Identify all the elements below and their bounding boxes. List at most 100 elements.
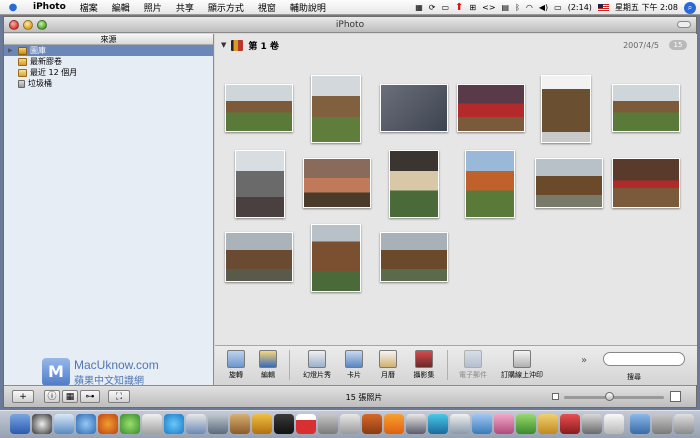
photo-thumbnail[interactable]	[457, 84, 525, 132]
app-icon[interactable]	[582, 414, 602, 434]
photo-thumbnail[interactable]	[380, 84, 448, 132]
email-button[interactable]: 電子郵件	[455, 350, 491, 380]
photo-thumbnail[interactable]	[612, 158, 680, 208]
info-button[interactable]: ⓘ	[44, 390, 60, 403]
battery-icon[interactable]: ▭	[554, 3, 562, 12]
application-icon[interactable]	[142, 414, 162, 434]
small-thumb-icon	[552, 393, 559, 400]
app-icon[interactable]	[450, 414, 470, 434]
order-prints-label: 訂購線上沖印	[501, 371, 543, 379]
calendar-button[interactable]: 月曆	[375, 350, 401, 380]
code-icon[interactable]: <>	[482, 3, 495, 12]
menu-share[interactable]: 共享	[169, 1, 201, 14]
app-icon[interactable]	[494, 414, 514, 434]
input-flag-icon[interactable]	[597, 3, 609, 12]
card-button[interactable]: 卡片	[341, 350, 367, 380]
source-item-trash[interactable]: 垃圾桶	[4, 78, 213, 89]
ichat-icon[interactable]	[186, 414, 206, 434]
app-icon[interactable]	[362, 414, 382, 434]
vlc-icon[interactable]	[384, 414, 404, 434]
order-prints-button[interactable]: 訂購線上沖印	[497, 350, 547, 380]
folder-icon[interactable]	[630, 414, 650, 434]
app-icon[interactable]	[516, 414, 536, 434]
menu-clock[interactable]: 星期五 下午 2:08	[615, 2, 678, 13]
photo-thumbnail[interactable]	[612, 84, 680, 132]
app-icon[interactable]	[428, 414, 448, 434]
menu-photos[interactable]: 照片	[137, 1, 169, 14]
calendar-view-button[interactable]: ▦	[62, 390, 78, 403]
edit-icon	[259, 350, 277, 368]
fullscreen-button[interactable]: ⛶	[108, 390, 130, 403]
photo-thumbnail[interactable]	[311, 224, 361, 292]
mail-icon[interactable]	[54, 414, 74, 434]
bluetooth-icon[interactable]: ᛒ	[515, 3, 520, 12]
utility-icon[interactable]	[208, 414, 228, 434]
app-icon[interactable]	[538, 414, 558, 434]
menu-edit[interactable]: 編輯	[105, 1, 137, 14]
photo-thumbnail[interactable]	[225, 232, 293, 282]
source-item-last-roll[interactable]: 最新膠卷	[4, 56, 213, 67]
app-icon[interactable]	[604, 414, 624, 434]
safari-icon[interactable]	[76, 414, 96, 434]
roll-disclosure-icon[interactable]: ▼	[221, 41, 226, 49]
search-input[interactable]	[603, 352, 685, 366]
clipboard-icon[interactable]: ▤	[502, 3, 510, 12]
apple-menu-icon[interactable]: ●	[0, 2, 26, 13]
iphoto-dock-icon[interactable]	[230, 414, 250, 434]
photo-thumbnail[interactable]	[225, 84, 293, 132]
menu-file[interactable]: 檔案	[73, 1, 105, 14]
keyword-button[interactable]: ⊶	[80, 390, 100, 403]
more-tools-icon[interactable]: »	[581, 355, 587, 366]
app-icon[interactable]	[472, 414, 492, 434]
menu-window[interactable]: 視窗	[251, 1, 283, 14]
source-item-last-12-months[interactable]: 最近 12 個月	[4, 67, 213, 78]
app-icon[interactable]	[318, 414, 338, 434]
source-list: 來源 ▶ 圖庫 最新膠卷 最近 12 個月 垃圾桶 M MacUknow.com…	[4, 34, 214, 387]
trash-icon[interactable]	[674, 414, 694, 434]
wifi-icon[interactable]: ◠	[526, 3, 533, 12]
upload-icon[interactable]: ⬆	[455, 2, 463, 13]
app-menu[interactable]: iPhoto	[26, 2, 73, 12]
app-icon[interactable]	[560, 414, 580, 434]
skype-icon[interactable]	[164, 414, 184, 434]
ical-icon[interactable]	[296, 414, 316, 434]
title-bar[interactable]: iPhoto	[4, 17, 696, 33]
menu-help[interactable]: 輔助說明	[283, 1, 333, 14]
app-icon[interactable]	[406, 414, 426, 434]
keyboard-icon[interactable]: ⊞	[469, 3, 476, 12]
menu-view[interactable]: 顯示方式	[201, 1, 251, 14]
photo-thumbnail[interactable]	[389, 150, 439, 218]
edit-button[interactable]: 編輯	[255, 350, 281, 380]
book-button[interactable]: 攝影集	[409, 350, 439, 380]
app-icon[interactable]	[652, 414, 672, 434]
photo-thumbnail[interactable]	[541, 75, 591, 143]
firefox-icon[interactable]	[98, 414, 118, 434]
photo-thumbnail[interactable]	[465, 150, 515, 218]
finder-icon[interactable]	[10, 414, 30, 434]
volume-icon[interactable]: ◀)	[539, 3, 548, 12]
app-icon[interactable]	[274, 414, 294, 434]
photo-thumbnail[interactable]	[380, 232, 448, 282]
toolbar-toggle-button[interactable]	[677, 21, 691, 28]
script-menu-icon[interactable]: ▦	[415, 3, 423, 12]
dashboard-icon[interactable]	[32, 414, 52, 434]
disclosure-triangle-icon[interactable]: ▶	[8, 47, 15, 54]
app-icon[interactable]	[252, 414, 272, 434]
add-album-button[interactable]: +	[12, 390, 34, 403]
photo-thumbnail[interactable]	[311, 75, 361, 143]
photo-thumbnail[interactable]	[303, 158, 371, 208]
source-item-library[interactable]: ▶ 圖庫	[4, 45, 213, 56]
photo-thumbnail[interactable]	[235, 150, 285, 218]
roll-header[interactable]: ▼ 第 1 卷 2007/4/5 15	[221, 38, 691, 52]
thumbnail-size-slider[interactable]	[564, 392, 664, 401]
app-icon[interactable]	[340, 414, 360, 434]
photo-thumbnail[interactable]	[535, 158, 603, 208]
spotlight-icon[interactable]: ⌕	[684, 1, 696, 14]
rotate-button[interactable]: 旋轉	[223, 350, 249, 380]
adium-icon[interactable]	[120, 414, 140, 434]
slider-knob[interactable]	[605, 392, 614, 401]
sync-icon[interactable]: ⟳	[429, 3, 436, 12]
slideshow-button[interactable]: 幻燈片秀	[297, 350, 337, 380]
slideshow-icon	[308, 350, 326, 368]
display-icon[interactable]: ▭	[441, 3, 449, 12]
